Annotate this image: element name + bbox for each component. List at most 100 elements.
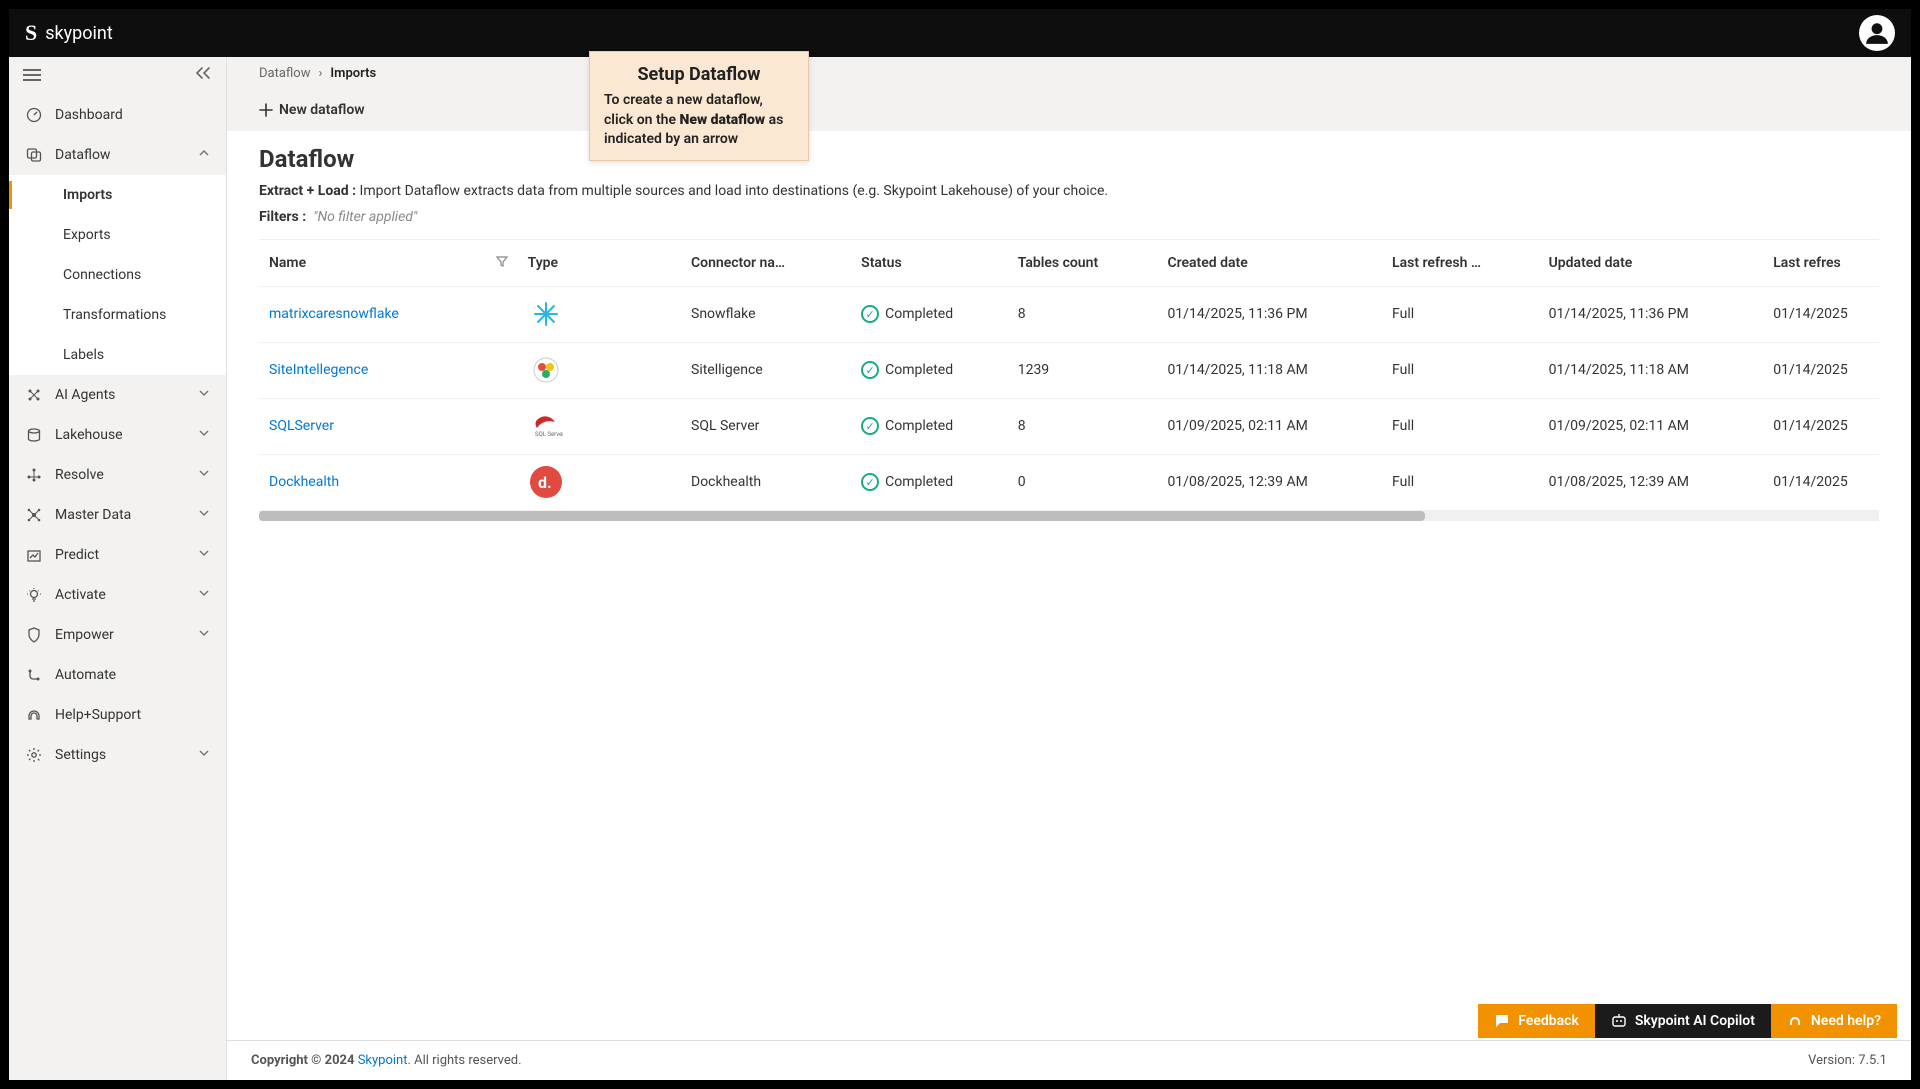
sidebar-item-label: Exports xyxy=(63,227,111,243)
sidebar-item-activate[interactable]: Activate xyxy=(9,575,226,615)
automate-icon xyxy=(25,666,43,684)
sidebar-item-dataflow[interactable]: Dataflow xyxy=(9,135,226,175)
sidebar-item-master-data[interactable]: Master Data xyxy=(9,495,226,535)
sidebar: Dashboard Dataflow Imports Exports Connectio… xyxy=(9,57,227,1080)
col-type[interactable]: Type xyxy=(518,240,681,286)
col-connector-na-[interactable]: Connector na… xyxy=(681,240,851,286)
last-refresh-date-cell: 01/14/2025 xyxy=(1763,398,1879,454)
topbar: S skypoint xyxy=(9,9,1911,57)
ai-agents-icon xyxy=(25,386,43,404)
chevron-right-icon: › xyxy=(319,66,323,81)
version-label: Version: 7.5.1 xyxy=(1808,1053,1887,1068)
horizontal-scrollbar[interactable] xyxy=(259,511,1879,521)
help-floatbar: Feedback Skypoint AI Copilot Need help? xyxy=(1478,1004,1897,1038)
tooltip-title: Setup Dataflow xyxy=(604,62,794,87)
sidebar-subitem-connections[interactable]: Connections xyxy=(9,255,226,295)
tables-count-cell: 1239 xyxy=(1008,342,1158,398)
col-created-date[interactable]: Created date xyxy=(1157,240,1382,286)
sitelligence-icon xyxy=(528,352,564,388)
chevron-down-icon xyxy=(198,387,210,403)
sidebar-item-automate[interactable]: Automate xyxy=(9,655,226,695)
last-refresh-date-cell: 01/14/2025 xyxy=(1763,342,1879,398)
brand[interactable]: S skypoint xyxy=(25,20,113,46)
dataflow-name-link[interactable]: SQLServer xyxy=(269,418,334,434)
table-row[interactable]: matrixcaresnowflakeSnowflake✓Completed80… xyxy=(259,286,1879,342)
dataflow-icon xyxy=(25,146,43,164)
dataflow-table: NameTypeConnector na…StatusTables countC… xyxy=(259,239,1879,1040)
sidebar-item-help-support[interactable]: Help+Support xyxy=(9,695,226,735)
tables-count-cell: 8 xyxy=(1008,286,1158,342)
tables-count-cell: 0 xyxy=(1008,454,1158,510)
col-updated-date[interactable]: Updated date xyxy=(1539,240,1764,286)
sidebar-subitem-exports[interactable]: Exports xyxy=(9,215,226,255)
footer-brand-link[interactable]: Skypoint. xyxy=(358,1053,411,1068)
collapse-sidebar-icon[interactable] xyxy=(194,66,212,84)
chevron-down-icon xyxy=(198,427,210,443)
connector-cell: Dockhealth xyxy=(681,454,851,510)
table-row[interactable]: SQLServerSQL ServerSQL Server✓Completed8… xyxy=(259,398,1879,454)
sidebar-item-label: Imports xyxy=(63,187,112,203)
chevron-down-icon xyxy=(198,507,210,523)
activate-icon xyxy=(25,586,43,604)
sidebar-item-lakehouse[interactable]: Lakehouse xyxy=(9,415,226,455)
sidebar-item-label: Connections xyxy=(63,267,141,283)
new-dataflow-button[interactable]: New dataflow xyxy=(259,102,365,118)
last-refresh-cell: Full xyxy=(1382,454,1539,510)
tables-count-cell: 8 xyxy=(1008,398,1158,454)
main: Dataflow › Imports New dataflow Setup Da… xyxy=(227,57,1911,1080)
breadcrumb-root[interactable]: Dataflow xyxy=(259,66,311,81)
sidebar-item-label: Resolve xyxy=(55,467,104,483)
sidebar-item-empower[interactable]: Empower xyxy=(9,615,226,655)
breadcrumb: Dataflow › Imports xyxy=(227,57,1911,89)
col-last-refresh-[interactable]: Last refresh … xyxy=(1382,240,1539,286)
status-cell: ✓Completed xyxy=(861,305,998,323)
sidebar-item-label: Predict xyxy=(55,547,99,563)
last-refresh-cell: Full xyxy=(1382,342,1539,398)
chevron-down-icon xyxy=(198,627,210,643)
hamburger-icon[interactable] xyxy=(23,69,41,81)
chevron-down-icon xyxy=(198,587,210,603)
avatar[interactable] xyxy=(1859,15,1895,51)
status-cell: ✓Completed xyxy=(861,417,998,435)
dataflow-name-link[interactable]: SiteIntellegence xyxy=(269,362,368,378)
page-subtitle: Extract + Load : Import Dataflow extract… xyxy=(259,183,1879,199)
table-row[interactable]: Dockhealthd.Dockhealth✓Completed001/08/2… xyxy=(259,454,1879,510)
resolve-icon xyxy=(25,466,43,484)
dataflow-name-link[interactable]: Dockhealth xyxy=(269,474,339,490)
sidebar-subitem-labels[interactable]: Labels xyxy=(9,335,226,375)
updated-date-cell: 01/09/2025, 02:11 AM xyxy=(1539,398,1764,454)
sidebar-item-ai-agents[interactable]: AI Agents xyxy=(9,375,226,415)
table-row[interactable]: SiteIntellegenceSitelligence✓Completed12… xyxy=(259,342,1879,398)
chat-icon xyxy=(1494,1013,1510,1029)
sidebar-item-label: Dashboard xyxy=(55,107,123,123)
brand-logo: S xyxy=(25,20,37,46)
sidebar-item-label: Activate xyxy=(55,587,106,603)
need-help-button[interactable]: Need help? xyxy=(1771,1004,1897,1038)
tutorial-callout: Setup Dataflow To create a new dataflow,… xyxy=(599,89,639,113)
sidebar-item-predict[interactable]: Predict xyxy=(9,535,226,575)
col-last-refres[interactable]: Last refres xyxy=(1763,240,1879,286)
sidebar-item-dashboard[interactable]: Dashboard xyxy=(9,95,226,135)
dataflow-name-link[interactable]: matrixcaresnowflake xyxy=(269,306,399,322)
plus-icon xyxy=(259,103,273,117)
help-support-icon xyxy=(25,706,43,724)
sidebar-subitem-transformations[interactable]: Transformations xyxy=(9,295,226,335)
filter-icon[interactable] xyxy=(496,255,508,270)
col-name[interactable]: Name xyxy=(259,240,518,286)
col-status[interactable]: Status xyxy=(851,240,1008,286)
predict-icon xyxy=(25,546,43,564)
created-date-cell: 01/14/2025, 11:36 PM xyxy=(1157,286,1382,342)
created-date-cell: 01/08/2025, 12:39 AM xyxy=(1157,454,1382,510)
actionbar: New dataflow Setup Dataflow To create a … xyxy=(227,89,1911,131)
tutorial-tooltip: Setup Dataflow To create a new dataflow,… xyxy=(589,51,809,161)
sidebar-subitem-imports[interactable]: Imports xyxy=(9,175,226,215)
feedback-button[interactable]: Feedback xyxy=(1478,1004,1595,1038)
sidebar-item-resolve[interactable]: Resolve xyxy=(9,455,226,495)
sidebar-item-settings[interactable]: Settings xyxy=(9,735,226,775)
copilot-button[interactable]: Skypoint AI Copilot xyxy=(1595,1004,1771,1038)
sidebar-item-label: Transformations xyxy=(63,307,166,323)
col-tables-count[interactable]: Tables count xyxy=(1008,240,1158,286)
sidebar-item-label: Automate xyxy=(55,667,116,683)
last-refresh-cell: Full xyxy=(1382,398,1539,454)
headset-icon xyxy=(1787,1013,1803,1029)
